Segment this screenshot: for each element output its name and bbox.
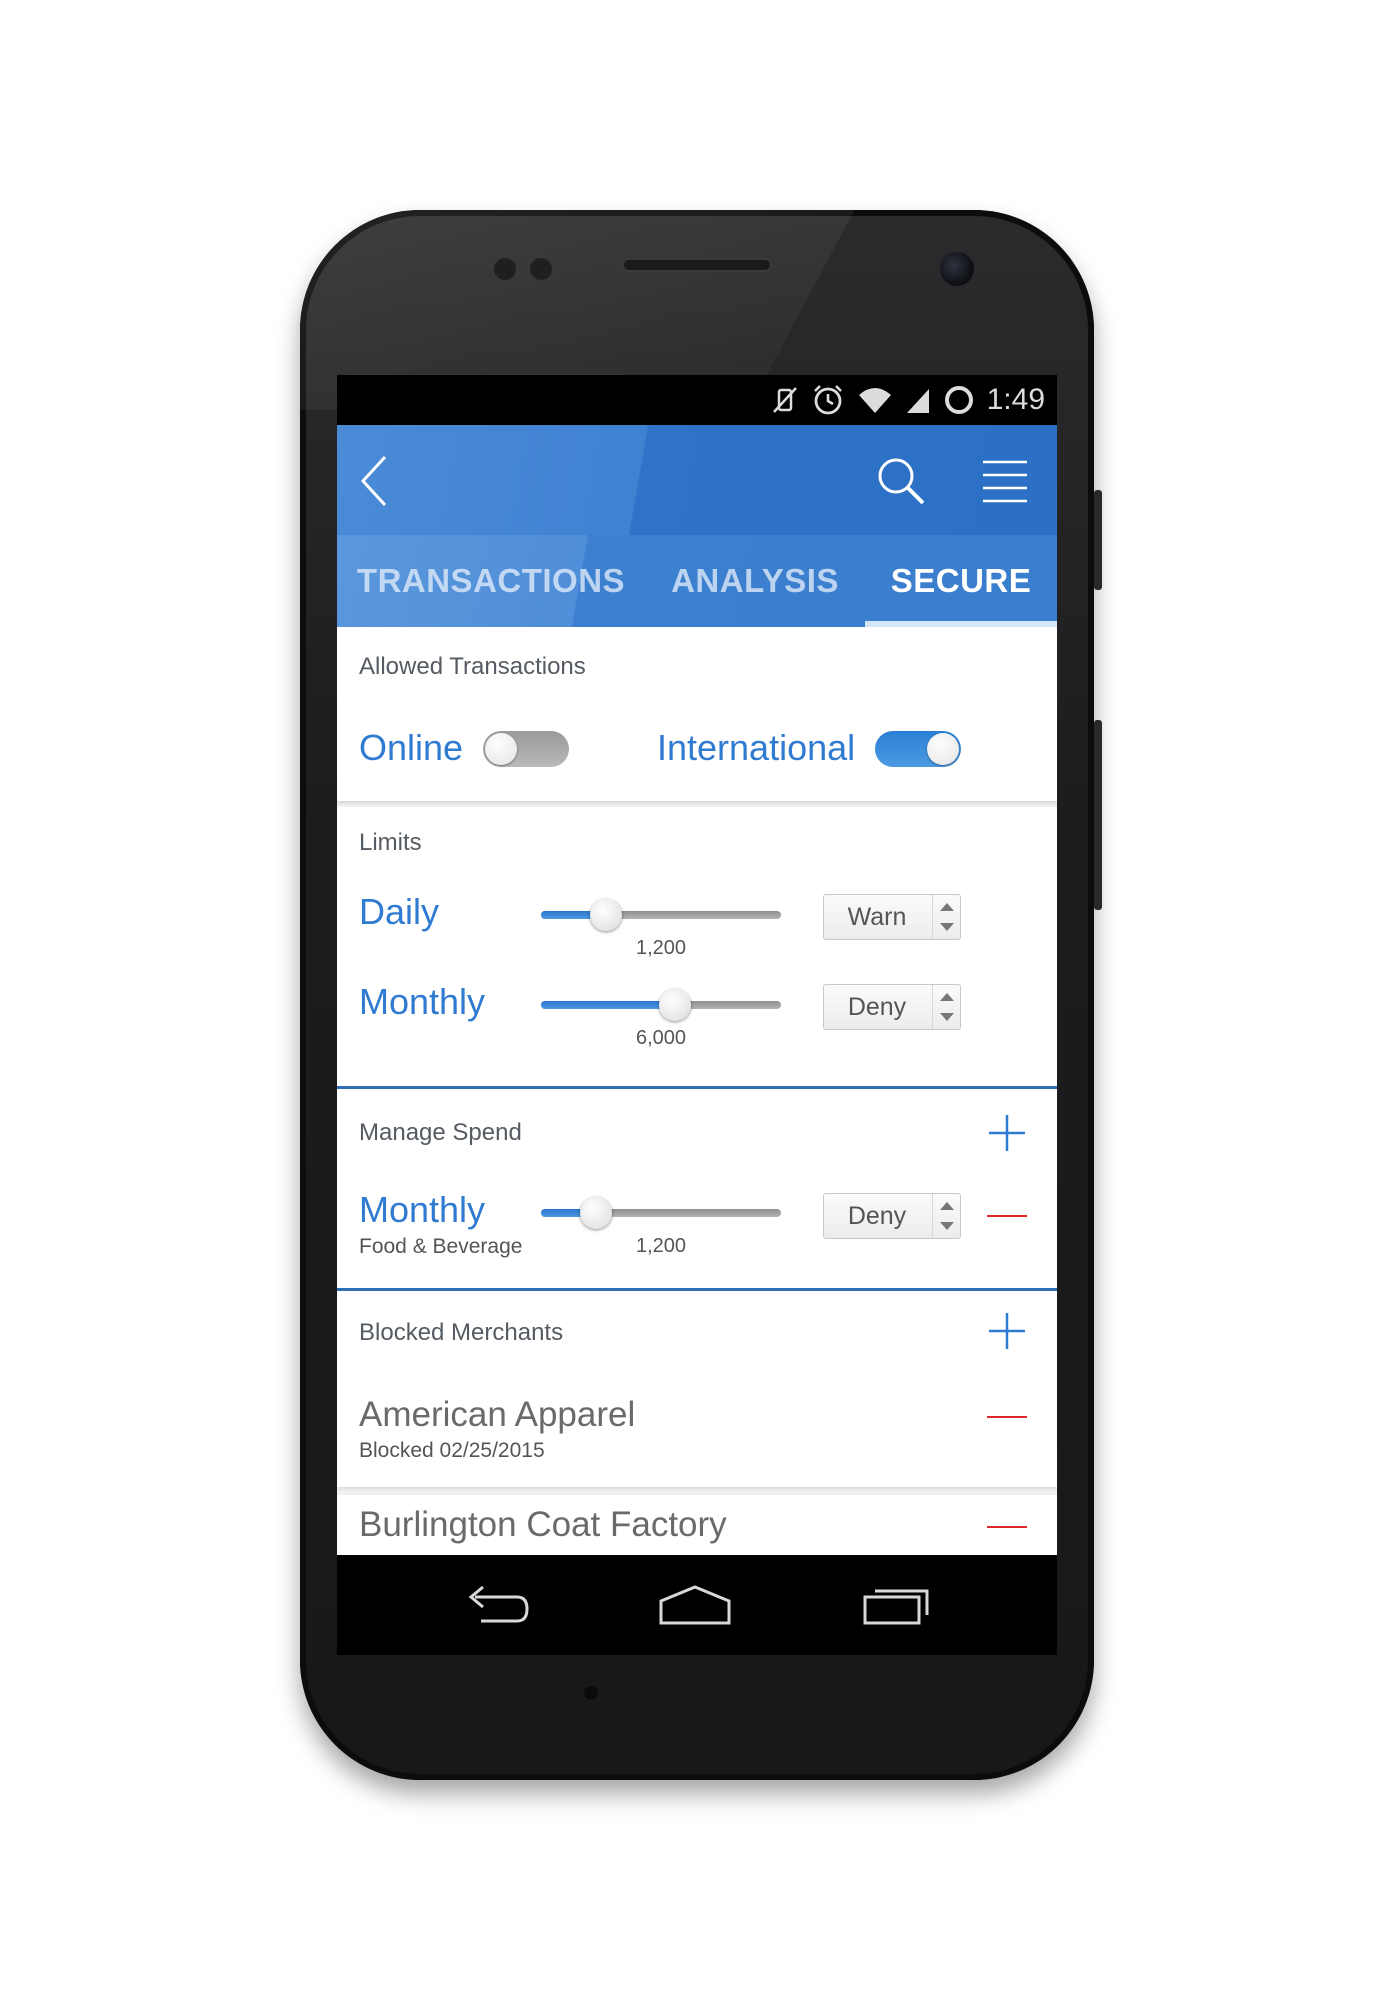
daily-action-value: Warn [847, 903, 907, 931]
arrow-down-icon[interactable] [940, 1222, 954, 1230]
signal-icon [906, 389, 929, 413]
status-bar: 1:49 [337, 375, 1057, 425]
tab-transactions[interactable]: TRANSACTIONS [337, 535, 645, 627]
wifi-icon [858, 388, 891, 413]
merchant-name: Burlington Coat Factory [359, 1505, 727, 1544]
remove-merchant-icon[interactable] [987, 1517, 1027, 1537]
add-merchant-icon[interactable] [987, 1311, 1027, 1351]
spend-limit-slider[interactable] [541, 1196, 781, 1230]
alarm-icon [813, 385, 842, 415]
app-bar [337, 425, 1057, 535]
monthly-label: Monthly [359, 981, 486, 1022]
tab-bar: TRANSACTIONS ANALYSIS SECURE [337, 535, 1057, 627]
daily-label: Daily [359, 891, 440, 932]
remove-merchant-icon[interactable] [987, 1407, 1027, 1427]
slider-thumb[interactable] [659, 989, 692, 1021]
manage-spend-title: Manage Spend [359, 1119, 522, 1146]
limits-title: Limits [359, 829, 422, 856]
slider-thumb[interactable] [589, 899, 622, 931]
battery-icon [944, 386, 973, 414]
tab-secure[interactable]: SECURE [865, 535, 1057, 627]
arrow-down-icon[interactable] [940, 923, 954, 931]
daily-action-select[interactable]: Warn [823, 894, 961, 940]
monthly-limit-value: 6,000 [635, 1027, 687, 1049]
back-icon[interactable] [355, 453, 395, 509]
secure-content: Allowed Transactions Online Internationa… [337, 627, 1057, 1595]
proximity-sensor [494, 258, 516, 280]
arrow-down-icon[interactable] [940, 1013, 954, 1021]
menu-icon[interactable] [981, 459, 1029, 503]
merchant-name: American Apparel [359, 1395, 636, 1434]
vibrate-off-icon [772, 387, 797, 413]
slider-fill [541, 1001, 676, 1009]
manage-spend-card: Manage Spend Monthly Food & Beverage 1,2… [337, 1089, 1057, 1291]
spend-action-select[interactable]: Deny [823, 1193, 961, 1239]
blocked-merchants-title: Blocked Merchants [359, 1319, 564, 1346]
toggle-knob [927, 733, 959, 765]
international-label: International [657, 727, 856, 768]
monthly-action-select[interactable]: Deny [823, 984, 961, 1030]
toggle-knob [485, 733, 517, 765]
status-time: 1:49 [986, 383, 1045, 416]
spend-period-label: Monthly [359, 1189, 486, 1230]
screen: 1:49 TRANSACTIONS ANALYSIS SECURE Allowe… [337, 375, 1057, 1655]
front-camera [940, 252, 974, 286]
blocked-merchants-card: Blocked Merchants American Apparel Block… [337, 1291, 1057, 1487]
slider-thumb[interactable] [580, 1197, 613, 1229]
microphone [584, 1686, 598, 1700]
add-spend-icon[interactable] [987, 1113, 1027, 1153]
arrow-up-icon[interactable] [940, 903, 954, 911]
online-toggle[interactable] [483, 731, 569, 767]
navigation-bar [337, 1555, 1057, 1655]
allowed-transactions-title: Allowed Transactions [359, 653, 586, 680]
merchant-blocked-date: Blocked 02/25/2015 [359, 1439, 545, 1462]
volume-button [1094, 720, 1102, 910]
spend-category-label: Food & Beverage [359, 1235, 523, 1258]
arrow-up-icon[interactable] [940, 993, 954, 1001]
home-nav-icon[interactable] [657, 1583, 733, 1627]
search-icon[interactable] [875, 455, 927, 507]
online-label: Online [359, 727, 464, 768]
monthly-action-value: Deny [847, 993, 907, 1021]
monthly-limit-slider[interactable] [541, 988, 781, 1022]
spend-limit-value: 1,200 [635, 1235, 687, 1257]
light-sensor [530, 258, 552, 280]
daily-limit-slider[interactable] [541, 898, 781, 932]
daily-limit-value: 1,200 [635, 937, 687, 959]
spend-action-value: Deny [847, 1202, 907, 1230]
stepper-arrows[interactable] [932, 895, 960, 939]
arrow-up-icon[interactable] [940, 1202, 954, 1210]
stepper-arrows[interactable] [932, 985, 960, 1029]
international-toggle[interactable] [875, 731, 961, 767]
remove-spend-icon[interactable] [987, 1206, 1027, 1226]
limits-card: Limits Daily 1,200 Warn Monthly 6,000 De… [337, 807, 1057, 1089]
power-button [1094, 490, 1102, 590]
stepper-arrows[interactable] [932, 1194, 960, 1238]
back-nav-icon[interactable] [461, 1583, 531, 1627]
tab-analysis[interactable]: ANALYSIS [645, 535, 865, 627]
allowed-transactions-card: Allowed Transactions Online Internationa… [337, 627, 1057, 801]
recents-nav-icon[interactable] [861, 1583, 933, 1627]
earpiece-speaker [622, 258, 772, 272]
